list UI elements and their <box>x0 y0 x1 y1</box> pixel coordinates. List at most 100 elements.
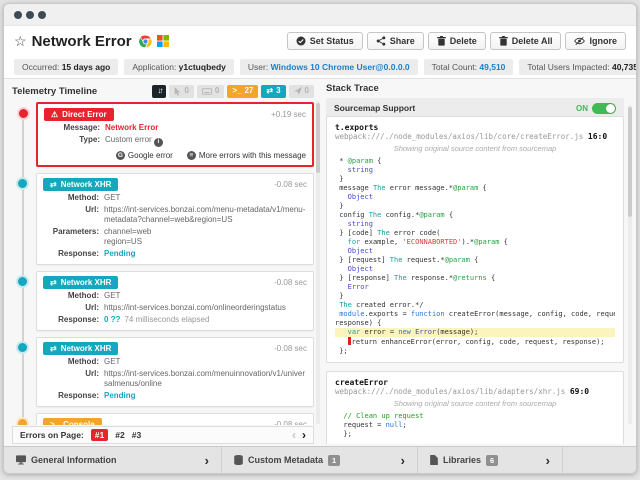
tab-count-badge: 1 <box>328 454 341 466</box>
errors-on-page-label: Errors on Page: <box>20 430 84 440</box>
error-header: ☆ Network Error Set Status Share Delete Del… <box>4 26 636 56</box>
frame-header: createError webpack:///./node_modules/ax… <box>335 378 615 396</box>
stack-frame[interactable]: t.exports webpack:///./node_modules/axio… <box>326 116 624 363</box>
chrome-icon <box>138 34 152 48</box>
telemetry-entry-console[interactable]: >_Console-0.08 secSeverity:DEBUGMessage:… <box>18 412 314 425</box>
entry-field: Url: https://int-services.bonzai.com/menu… <box>85 368 305 388</box>
window-titlebar <box>4 4 636 26</box>
tab-general-information[interactable]: General Information › <box>4 447 222 473</box>
entry-type-badge: ⇄ Network XHR <box>43 341 119 355</box>
entry-timestamp: -0.08 sec <box>274 277 307 287</box>
window-control-icon[interactable] <box>26 10 34 19</box>
entry-field: Method: GET <box>67 356 121 366</box>
frame-location: 16:0 <box>587 132 608 141</box>
ignore-icon <box>574 36 586 46</box>
console-icon: >_ <box>50 419 60 425</box>
stack-trace-panel: Stack Trace Sourcemap Support ON t.expor… <box>326 83 624 444</box>
entry-field: Response: Pending <box>58 390 136 400</box>
telemetry-filters: ↓↑ 0 0 >_ 27 ⇄ 3 0 <box>152 84 314 98</box>
filter-console-button[interactable]: >_ 27 <box>227 84 259 98</box>
error-page-1[interactable]: #1 <box>90 429 109 441</box>
frame-header: t.exports webpack:///./node_modules/axio… <box>335 123 615 141</box>
action-more-errors-link[interactable]: ≡ More errors with this message <box>186 150 306 160</box>
error-marker-icon <box>347 337 351 345</box>
entry-field: Message: Network Error <box>63 123 159 132</box>
navigation-icon <box>293 87 302 95</box>
entry-type-badge: ⚠ Direct Error <box>44 108 114 121</box>
frame-file: webpack:///./node_modules/axios/lib/core… <box>335 132 584 141</box>
telemetry-entry-network[interactable]: ⇄ Network XHR -0.08 sec Method: GET Url: https… <box>18 172 314 265</box>
timeline-dot-icon <box>18 178 27 188</box>
next-error-arrow-icon[interactable]: › <box>302 428 306 442</box>
window-control-icon[interactable] <box>14 10 22 19</box>
filter-sort-button[interactable]: ↓↑ <box>152 84 167 98</box>
sourcemap-note: Showing original source content from sou… <box>393 144 557 153</box>
menu-circle-icon: ≡ <box>186 150 196 160</box>
prev-error-arrow-icon[interactable]: ‹ <box>292 428 296 442</box>
source-code: // Clean up request request = null; }; /… <box>335 412 424 438</box>
chevron-right-icon: › <box>545 452 550 468</box>
delete-button[interactable]: Delete <box>427 32 486 50</box>
error-icon: ⚠ <box>51 110 59 119</box>
entry-type-badge: ⇄ Network XHR <box>43 275 119 289</box>
network-icon: ⇄ <box>266 86 274 95</box>
sourcemap-support-label: Sourcemap Support <box>334 103 416 113</box>
windows-icon <box>156 35 169 47</box>
share-button[interactable]: Share <box>366 32 424 50</box>
check-circle-icon <box>296 36 306 46</box>
entry-field: Type: Custom error i <box>44 135 306 147</box>
frame-location: 69:0 <box>569 387 590 396</box>
entry-type-badge: ⇄ Network XHR <box>43 177 119 191</box>
timeline-dot-icon <box>18 418 27 425</box>
source-code: * @param { string } message The error me… <box>335 157 615 355</box>
entry-timestamp: -0.08 sec <box>274 179 307 189</box>
ignore-button[interactable]: Ignore <box>565 32 626 50</box>
favorite-star-icon[interactable]: ☆ <box>14 33 27 50</box>
tab-libraries[interactable]: Libraries 6 › <box>418 447 563 473</box>
info-icon[interactable]: i <box>153 137 163 147</box>
stack-frames: t.exports webpack:///./node_modules/axio… <box>326 116 624 444</box>
info-badge[interactable]: User: Windows 10 Chrome User@0.0.0.0 <box>239 59 418 75</box>
frame-function: createError <box>335 378 388 387</box>
screen: ☆ Network Error Set Status Share Delete Del… <box>0 0 640 480</box>
main-content: Telemetry Timeline ↓↑ 0 0 >_ 27 ⇄ 3 0 ⚠ Direct E… <box>4 78 636 446</box>
network-icon: ⇄ <box>50 277 57 287</box>
trash-icon <box>499 36 508 46</box>
filter-inputs-button[interactable]: 0 <box>196 84 225 98</box>
set-status-button[interactable]: Set Status <box>286 32 363 50</box>
entry-timestamp: -0.08 sec <box>274 343 307 353</box>
window-control-icon[interactable] <box>38 10 46 19</box>
error-page-2[interactable]: #2 <box>115 430 124 440</box>
database-icon <box>234 455 243 465</box>
action-google-error-link[interactable]: G Google error <box>115 150 173 160</box>
telemetry-scrollbar[interactable] <box>316 101 320 424</box>
info-badge[interactable]: Total Count: 49,510 <box>423 59 514 75</box>
toggle-knob-icon <box>606 103 615 113</box>
stack-frame[interactable]: createError webpack:///./node_modules/ax… <box>326 371 624 444</box>
sourcemap-toggle[interactable] <box>592 102 616 114</box>
share-icon <box>376 36 386 46</box>
telemetry-entry-network[interactable]: ⇄ Network XHR -0.08 sec Method: GET Url: https… <box>18 336 314 407</box>
filter-clicks-button[interactable]: 0 <box>169 84 194 98</box>
filter-navigation-button[interactable]: 0 <box>288 84 314 98</box>
file-icon <box>430 455 438 465</box>
console-icon: >_ <box>232 86 242 95</box>
monitor-icon <box>16 455 26 465</box>
telemetry-entry-error[interactable]: ⚠ Direct Error +0.19 sec Message: Network Er… <box>19 102 314 167</box>
telemetry-entry-network[interactable]: ⇄ Network XHR -0.08 sec Method: GET Url: https… <box>18 270 314 331</box>
tab-custom-metadata[interactable]: Custom Metadata 1 › <box>222 447 418 473</box>
entry-timestamp: -0.08 sec <box>274 419 307 425</box>
entry-field: Parameters: channel=web region=US <box>52 226 152 246</box>
frame-function: t.exports <box>335 123 379 132</box>
telemetry-title: Telemetry Timeline <box>12 85 98 97</box>
filter-network-button[interactable]: ⇄ 3 <box>261 84 286 98</box>
stack-scrollbar[interactable] <box>628 105 632 424</box>
timeline-dot-icon <box>19 109 28 118</box>
sourcemap-note: Showing original source content from sou… <box>393 399 557 408</box>
delete-all-button[interactable]: Delete All <box>489 32 562 50</box>
error-title: Network Error <box>31 32 132 50</box>
sort-icon: ↓↑ <box>157 86 163 95</box>
error-page-3[interactable]: #3 <box>132 430 141 440</box>
info-badge: Total Users Impacted: 40,735 <box>519 59 636 75</box>
network-icon: ⇄ <box>50 179 57 189</box>
